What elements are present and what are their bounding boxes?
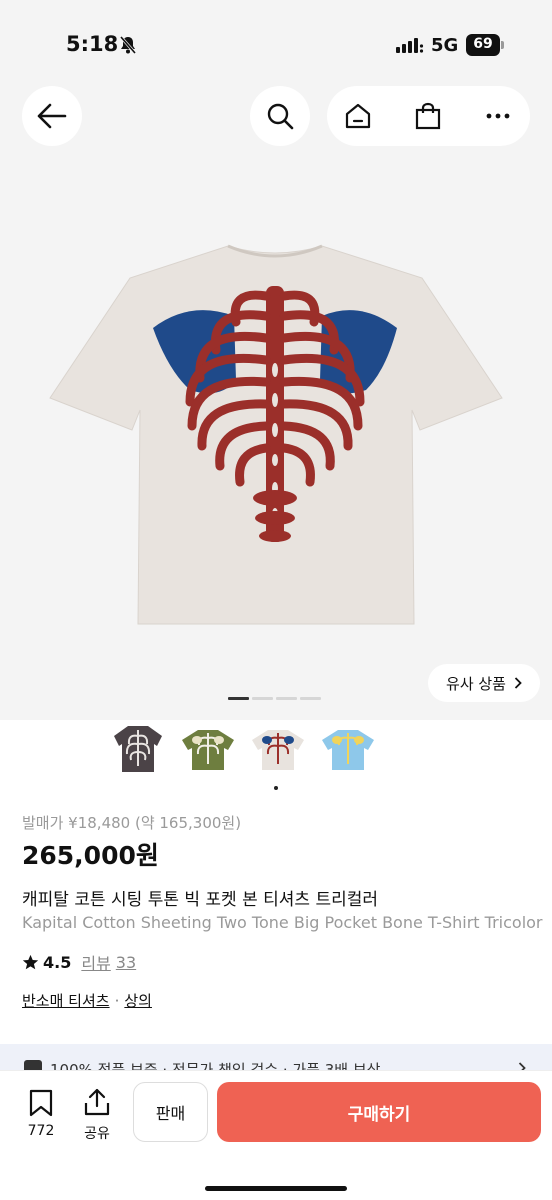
product-main-image[interactable] (40, 230, 510, 640)
bell-muted-icon (119, 36, 137, 54)
thumbnail-black-tee[interactable] (110, 718, 166, 778)
sell-button[interactable]: 판매 (133, 1082, 208, 1142)
cart-button[interactable] (398, 86, 458, 146)
more-icon (486, 113, 510, 119)
selected-thumbnail-indicator (274, 786, 278, 790)
category-breadcrumb: 반소매 티셔츠 · 상의 (22, 990, 152, 1011)
home-indicator (205, 1186, 347, 1191)
search-button[interactable] (250, 86, 310, 146)
wishlist-button[interactable]: 772 (20, 1089, 62, 1145)
status-bar: 5:18 5G 69 (0, 0, 552, 80)
category-short-sleeve[interactable]: 반소매 티셔츠 (22, 990, 110, 1011)
pager-dot-4 (300, 697, 321, 700)
similar-products-label: 유사 상품 (446, 674, 506, 693)
thumbnail-cream-tee[interactable] (250, 718, 306, 778)
share-label: 공유 (84, 1126, 110, 1142)
product-title-english: Kapital Cotton Sheeting Two Tone Big Poc… (22, 913, 543, 932)
shopping-bag-icon (415, 102, 441, 130)
image-pager (228, 697, 321, 700)
product-hero: 5:18 5G 69 유사 상품 (0, 0, 552, 720)
category-tops[interactable]: 상의 (124, 990, 152, 1011)
thumbnail-green-tee[interactable] (180, 718, 236, 778)
home-icon (345, 103, 371, 129)
more-button[interactable] (468, 86, 528, 146)
release-price: 발매가 ¥18,480 (약 165,300원) (22, 814, 242, 832)
similar-products-button[interactable]: 유사 상품 (428, 664, 540, 702)
color-thumbnails (110, 718, 376, 778)
price: 265,000원 (22, 841, 159, 870)
bookmark-icon (29, 1089, 53, 1117)
share-icon (84, 1088, 110, 1116)
wishlist-count: 772 (27, 1123, 55, 1139)
purchase-bar: 772 공유 판매 구매하기 (0, 1070, 552, 1200)
pager-dot-3 (276, 697, 297, 700)
thumbnail-blue-tee[interactable] (320, 718, 376, 778)
pager-dot-2 (252, 697, 273, 700)
review-link[interactable]: 리뷰 (81, 950, 110, 974)
header-action-group (327, 86, 530, 146)
home-button[interactable] (328, 86, 388, 146)
category-separator: · (114, 991, 120, 1010)
back-button[interactable] (22, 86, 82, 146)
review-count[interactable]: 33 (116, 953, 136, 972)
back-arrow-icon (37, 103, 67, 129)
status-time: 5:18 (66, 32, 119, 56)
star-icon (22, 954, 39, 969)
product-title-korean: 캐피탈 코튼 시팅 투톤 빅 포켓 본 티셔츠 트리컬러 (22, 890, 379, 910)
rating-value: 4.5 (43, 952, 72, 972)
battery-level: 69 (473, 36, 493, 52)
buy-button[interactable]: 구매하기 (217, 1082, 541, 1142)
network-label: 5G (431, 35, 459, 56)
chevron-right-icon (514, 677, 522, 689)
pager-dot-1 (228, 697, 249, 700)
share-button[interactable]: 공유 (76, 1087, 118, 1145)
search-icon (267, 103, 294, 130)
battery-indicator: 69 (466, 34, 504, 56)
signal-icon (396, 38, 424, 53)
rating-row: 4.5 리뷰 33 (22, 950, 136, 974)
